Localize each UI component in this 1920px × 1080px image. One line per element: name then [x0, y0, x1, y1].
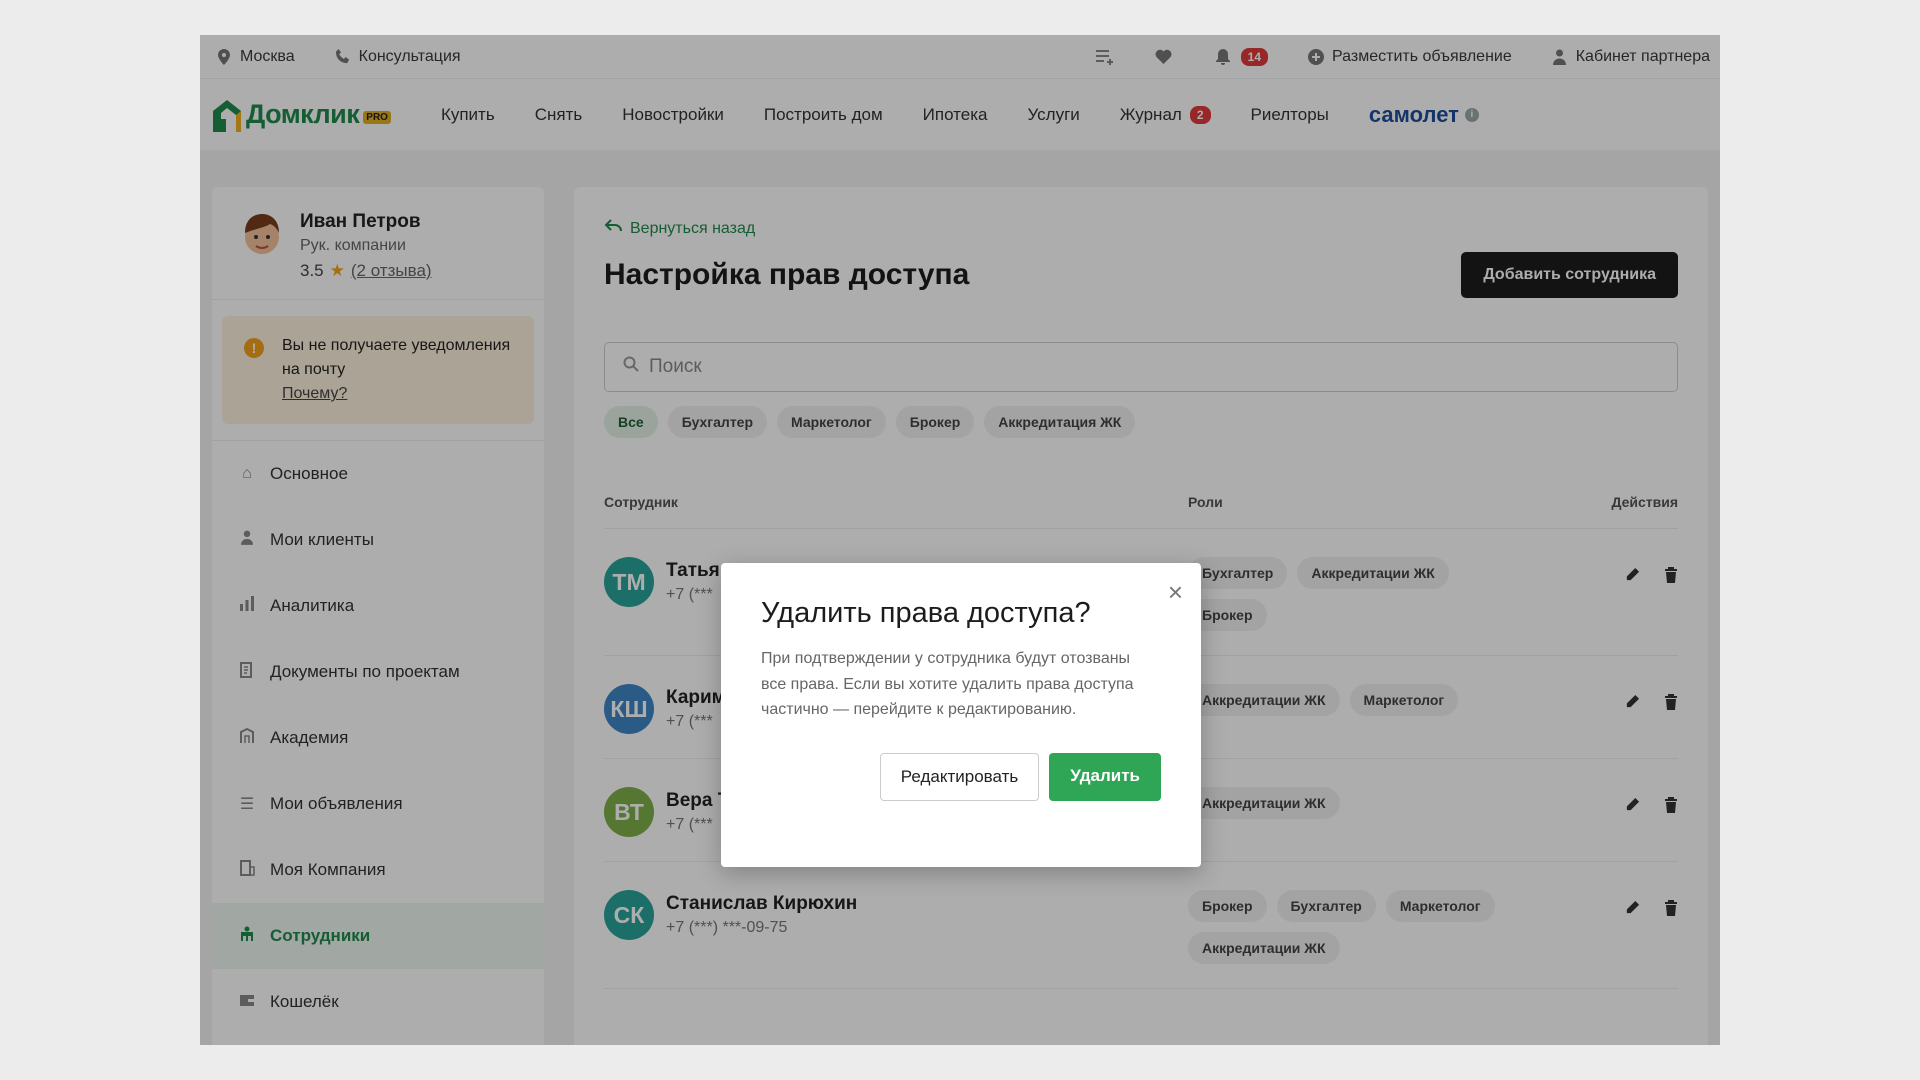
close-icon[interactable]: × [1168, 577, 1183, 608]
delete-access-dialog: × Удалить права доступа? При подтвержден… [721, 563, 1201, 867]
dialog-title: Удалить права доступа? [761, 597, 1091, 629]
edit-button[interactable]: Редактировать [879, 752, 1040, 801]
app-window: Москва Консультация 14 Разместить объявл… [200, 35, 1720, 1045]
dialog-text: При подтверждении у сотрудника будут ото… [761, 650, 1134, 719]
delete-button[interactable]: Удалить [1049, 752, 1161, 801]
dialog-buttons: Редактировать Удалить [761, 752, 1161, 801]
modal-backdrop[interactable] [200, 35, 1720, 1045]
